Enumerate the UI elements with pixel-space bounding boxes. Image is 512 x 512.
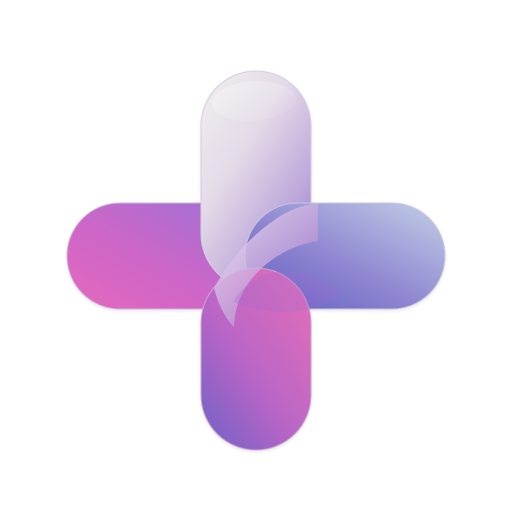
icon-canvas [0,0,512,512]
plus-cross-icon [66,70,446,451]
cross-shape [66,70,446,451]
